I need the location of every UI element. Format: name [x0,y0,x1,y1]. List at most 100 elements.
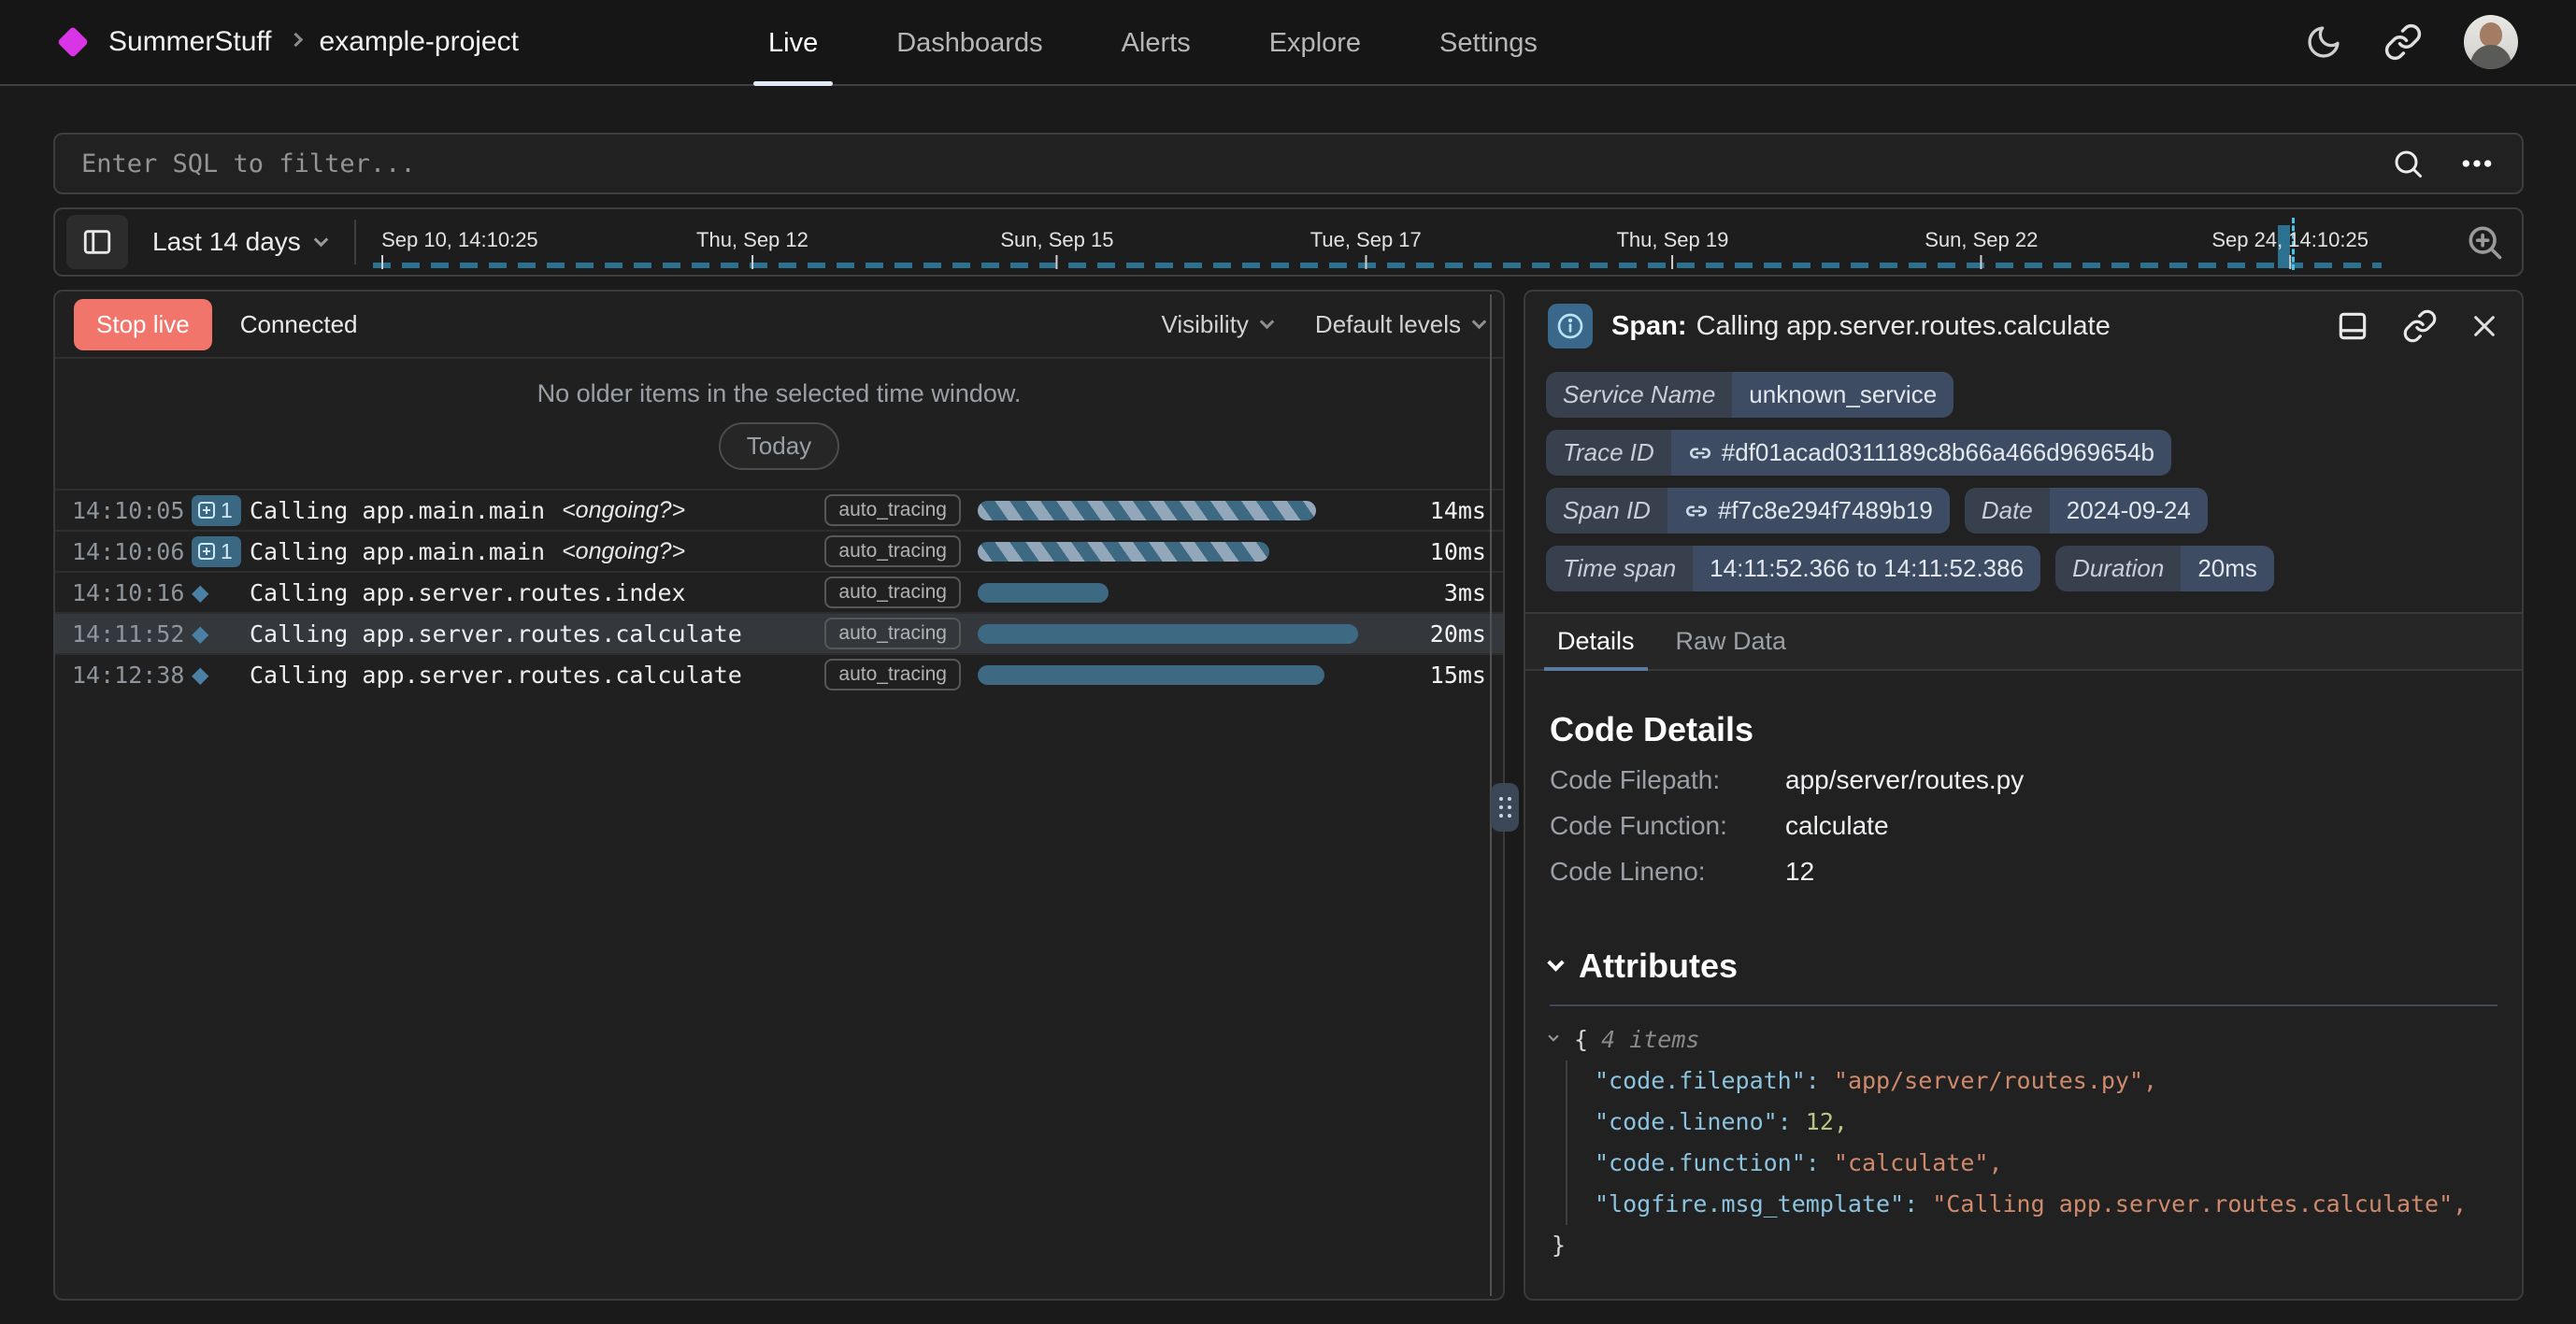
org-name[interactable]: SummerStuff [108,26,272,58]
nav-tabs: Live Dashboards Alerts Explore Settings [768,0,1538,86]
nav-tab[interactable]: Dashboards [896,0,1042,86]
dock-panel-bottom-icon[interactable] [2335,308,2370,344]
detail-tab[interactable]: Details [1537,614,1655,669]
badge-value-text: 20ms [2197,554,2257,583]
row-timestamp: 14:11:52 [72,620,192,648]
timeline-tick-mark [1056,255,1058,269]
project-name[interactable]: example-project [320,26,519,58]
badge-value: 20ms [2181,546,2274,591]
code-details-list: Code Filepath: app/server/routes.py Code… [1550,765,2497,887]
detail-tabs: Details Raw Data [1525,612,2522,671]
ongoing-label: <ongoing?> [562,497,685,524]
duration-label: 15ms [1400,662,1486,689]
attribute-value: "app/server/routes.py", [1834,1067,2157,1094]
copy-link-icon[interactable] [2402,308,2438,344]
row-icon: ◆ [192,620,250,647]
span-attribute-badge[interactable]: Trace ID #df01acad0311189c8b66a466d96965… [1546,430,2171,476]
span-row[interactable]: 14:12:38 ◆ Calling app.server.routes.cal… [55,653,1503,694]
more-options-ellipsis-icon[interactable] [2458,145,2496,182]
today-button[interactable]: Today [719,422,839,470]
attribute-value: 12, [1806,1108,1848,1135]
code-detail-value: calculate [1785,811,1889,841]
empty-message: No older items in the selected time wind… [55,379,1503,408]
expand-children-badge[interactable]: 1 [192,495,241,526]
detail-body: Code Details Code Filepath: app/server/r… [1525,671,2522,1299]
tag-badge[interactable]: auto_tracing [824,659,961,690]
nav-tab[interactable]: Live [768,0,818,86]
search-icon[interactable] [2391,147,2425,180]
timeline-track[interactable]: Sep 10, 14:10:25 Thu, Sep 12 Sun, Sep 15… [369,209,2441,275]
expand-children-badge[interactable]: 1 [192,536,241,567]
timeline-tick: Thu, Sep 12 [696,228,809,269]
badge-value-text: unknown_service [1749,380,1937,409]
span-attribute-badge[interactable]: Time span 14:11:52.366 to 14:11:52.386 [1546,546,2040,591]
attribute-line: "code.lineno": 12, [1595,1102,2497,1143]
attributes-section-toggle[interactable]: Attributes [1550,947,2497,986]
brand-diamond-logo-icon[interactable] [57,26,89,58]
span-attribute-badge[interactable]: Date 2024-09-24 [1965,488,2208,534]
time-range-bar: Last 14 days Sep 10, 14:10:25 Thu, Sep 1… [53,207,2524,277]
timeline-tick-mark [381,255,383,269]
stop-live-button[interactable]: Stop live [74,299,212,350]
duration-bar [978,624,1358,644]
timeline-date-label: Sun, Sep 22 [1925,228,2038,252]
sidebar-toggle-icon[interactable] [66,215,128,269]
attribute-line: "logfire.msg_template": "Calling app.ser… [1595,1184,2497,1225]
sql-filter-input[interactable] [81,149,2391,178]
main-content: Stop live Connected Visibility Default l… [53,290,2524,1301]
user-avatar[interactable] [2464,15,2518,69]
badge-label: Time span [1546,546,1693,591]
code-detail-value: app/server/routes.py [1785,765,2024,795]
breadcrumb: SummerStuff example-project [62,26,519,58]
collapse-chevron-icon[interactable] [1548,1031,1558,1041]
span-row[interactable]: 14:10:16 ◆ Calling app.server.routes.ind… [55,571,1503,612]
badge-value-text: #f7c8e294f7489b19 [1718,496,1933,525]
dark-mode-moon-icon[interactable] [2305,23,2342,61]
timeline-tick: Sun, Sep 22 [1925,228,2038,269]
attributes-json-tree: { 4 items "code.filepath": "app/server/r… [1550,1019,2497,1266]
share-link-icon[interactable] [2383,22,2423,62]
time-range-dropdown[interactable]: Last 14 days [152,227,326,257]
top-nav: SummerStuff example-project Live Dashboa… [0,0,2576,86]
span-attribute-badge[interactable]: Service Name unknown_service [1546,372,1953,418]
badge-value: #f7c8e294f7489b19 [1667,488,1950,534]
badge-label: Service Name [1546,372,1732,418]
attribute-value: "Calling app.server.routes.calculate", [1932,1190,2467,1217]
badge-label: Date [1965,488,2050,534]
detail-header-icons [2335,308,2499,344]
detail-tab[interactable]: Raw Data [1655,614,1808,669]
timeline-tick: Thu, Sep 19 [1616,228,1728,269]
visibility-dropdown[interactable]: Visibility [1161,310,1271,339]
panel-resize-handle[interactable] [1491,783,1519,832]
duration-bar-track [978,501,1400,520]
span-row[interactable]: 14:10:05 1 Calling app.main.main <ongoin… [55,489,1503,530]
span-row[interactable]: 14:10:06 1 Calling app.main.main <ongoin… [55,530,1503,571]
span-row[interactable]: 14:11:52 ◆ Calling app.server.routes.cal… [55,612,1503,653]
close-icon[interactable] [2469,311,2499,341]
tag-badge[interactable]: auto_tracing [824,535,961,567]
chevron-down-icon [1547,954,1564,971]
tag-badge[interactable]: auto_tracing [824,494,961,526]
attribute-line: "code.function": "calculate", [1595,1143,2497,1184]
tag-badge[interactable]: auto_tracing [824,618,961,649]
default-levels-dropdown[interactable]: Default levels [1315,310,1484,339]
tag-badge[interactable]: auto_tracing [824,577,961,608]
span-badges: Service Name unknown_service Trace ID #d… [1525,361,2522,591]
nav-tab[interactable]: Explore [1269,0,1361,86]
nav-tab[interactable]: Alerts [1122,0,1191,86]
code-detail-label: Code Filepath: [1550,765,1785,795]
span-diamond-icon: ◆ [192,579,208,605]
row-timestamp: 14:10:05 [72,497,192,524]
span-message: Calling app.main.main [250,538,545,565]
live-panel-header: Stop live Connected Visibility Default l… [55,292,1503,359]
nav-tab[interactable]: Settings [1439,0,1538,86]
zoom-in-icon[interactable] [2464,221,2505,263]
timeline-date-label: Sep 24, 14:10:25 [2211,228,2368,252]
timeline-tick: Tue, Sep 17 [1310,228,1422,269]
live-span-list-panel: Stop live Connected Visibility Default l… [53,290,1505,1301]
timeline-tick: Sep 24, 14:10:25 [2211,228,2368,269]
span-attribute-badge[interactable]: Duration 20ms [2055,546,2274,591]
breadcrumb-chevron-icon [288,32,303,47]
empty-window-notice: No older items in the selected time wind… [55,359,1503,489]
span-attribute-badge[interactable]: Span ID #f7c8e294f7489b19 [1546,488,1950,534]
